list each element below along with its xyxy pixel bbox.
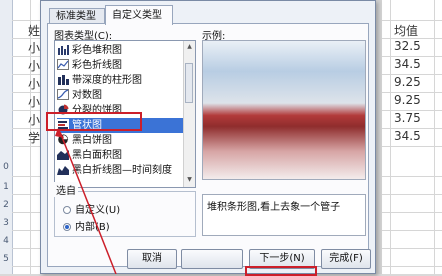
- annotation-arrow: [55, 128, 117, 274]
- source-group-label: 选自: [54, 182, 78, 197]
- tab-custom-types[interactable]: 自定义类型: [105, 5, 173, 25]
